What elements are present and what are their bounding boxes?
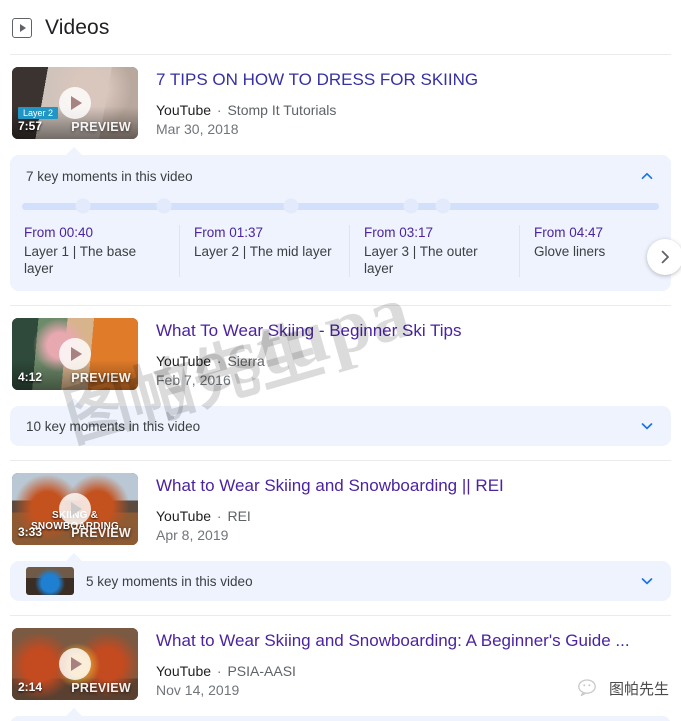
video-source: YouTube · REI [156, 508, 251, 524]
video-duration: 3:33 [18, 525, 43, 539]
video-date: Feb 7, 2016 [156, 372, 231, 388]
preview-badge[interactable]: PREVIEW [71, 681, 131, 695]
key-moments-label: 7 key moments in this video [26, 168, 193, 184]
key-moments-header[interactable]: 7 key moments in this video [10, 155, 671, 184]
video-thumbnail[interactable]: Layer 2 7:57 PREVIEW [12, 67, 138, 139]
play-icon[interactable] [59, 648, 91, 680]
video-title-link[interactable]: What to Wear Skiing and Snowboarding: A … [156, 630, 630, 651]
key-moment-item[interactable]: From 01:37 Layer 2 | The mid layer [179, 225, 349, 277]
video-title-link[interactable]: 7 TIPS ON HOW TO DRESS FOR SKIING [156, 69, 478, 90]
video-date: Apr 8, 2019 [156, 527, 229, 543]
key-moments-panel: 7 key moments in this video From 00:40 L… [10, 155, 681, 291]
video-meta: What To Wear Skiing - Beginner Ski Tips … [156, 318, 462, 390]
source-name: YouTube [156, 102, 212, 118]
video-thumbnail[interactable]: SKIING & SNOWBOARDING 3:33 PREVIEW [12, 473, 138, 545]
key-moments-header[interactable]: 4 key moments in this video [10, 716, 671, 721]
chevron-down-icon[interactable] [639, 573, 655, 589]
key-moments-panel-wrap: 4 key moments in this video [10, 708, 671, 721]
video-date: Mar 30, 2018 [156, 121, 239, 137]
key-moments-panel[interactable]: 5 key moments in this video [10, 561, 671, 601]
play-icon[interactable] [59, 493, 91, 525]
video-thumbnail[interactable]: 2:14 PREVIEW [12, 628, 138, 700]
channel-name: Sierra [227, 353, 265, 369]
video-source: YouTube · Sierra [156, 353, 265, 369]
video-source: YouTube · Stomp It Tutorials [156, 102, 337, 118]
preview-badge[interactable]: PREVIEW [71, 526, 131, 540]
video-title-link[interactable]: What To Wear Skiing - Beginner Ski Tips [156, 320, 462, 341]
chevron-up-icon[interactable] [639, 168, 655, 184]
key-moment-time[interactable]: From 01:37 [194, 225, 335, 240]
key-moments-panel-wrap: 10 key moments in this video [10, 398, 671, 446]
video-meta: 7 TIPS ON HOW TO DRESS FOR SKIING YouTub… [156, 67, 478, 139]
video-play-icon [12, 18, 32, 38]
key-moment-desc: Layer 3 | The outer layer [364, 244, 478, 276]
channel-name: REI [227, 508, 251, 524]
channel-name: Stomp It Tutorials [227, 102, 337, 118]
key-moment-time[interactable]: From 03:17 [364, 225, 505, 240]
key-moment-desc: Layer 1 | The base layer [24, 244, 137, 276]
source-name: YouTube [156, 353, 212, 369]
key-moments-panel[interactable]: 10 key moments in this video [10, 406, 671, 446]
video-thumbnail[interactable]: 4:12 PREVIEW [12, 318, 138, 390]
key-moment-item[interactable]: From 03:17 Layer 3 | The outer layer [349, 225, 519, 277]
video-result-row[interactable]: SKIING & SNOWBOARDING 3:33 PREVIEW What … [0, 461, 681, 551]
key-moment-time[interactable]: From 00:40 [24, 225, 165, 240]
video-meta: What to Wear Skiing and Snowboarding: A … [156, 628, 630, 700]
key-moments-label: 5 key moments in this video [86, 573, 253, 589]
source-name: YouTube [156, 663, 212, 679]
wechat-badge: 图帕先生 [578, 678, 669, 699]
key-moment-desc: Layer 2 | The mid layer [194, 244, 332, 259]
video-duration: 7:57 [18, 119, 43, 133]
play-icon[interactable] [59, 87, 91, 119]
key-moments-panel-wrap: 5 key moments in this video [10, 553, 671, 601]
video-duration: 2:14 [18, 680, 43, 694]
key-moments-panel[interactable]: 4 key moments in this video [10, 716, 671, 721]
key-moments-timeline[interactable] [22, 198, 659, 214]
preview-badge[interactable]: PREVIEW [71, 371, 131, 385]
channel-name: PSIA-AASI [227, 663, 296, 679]
key-moments-panel-wrap: 7 key moments in this video From 00:40 L… [10, 147, 681, 291]
wechat-badge-text: 图帕先生 [608, 680, 669, 698]
videos-results-page: Videos Layer 2 7:57 PREVIEW 7 TIPS ON HO… [0, 0, 681, 721]
chevron-right-icon [661, 250, 669, 264]
key-moments-header[interactable]: 5 key moments in this video [10, 561, 671, 601]
thumbnail-chapter-label: Layer 2 [18, 107, 59, 119]
wechat-icon [578, 679, 602, 698]
video-date: Nov 14, 2019 [156, 682, 240, 698]
source-name: YouTube [156, 508, 212, 524]
preview-badge[interactable]: PREVIEW [71, 120, 131, 134]
key-moments-label: 10 key moments in this video [26, 418, 201, 434]
play-icon[interactable] [59, 338, 91, 370]
video-meta: What to Wear Skiing and Snowboarding || … [156, 473, 504, 545]
key-moment-item[interactable]: From 00:40 Layer 1 | The base layer [10, 225, 179, 277]
key-moments-header[interactable]: 10 key moments in this video [10, 406, 671, 446]
video-duration: 4:12 [18, 370, 43, 384]
video-source: YouTube · PSIA-AASI [156, 663, 296, 679]
timeline-track [22, 203, 659, 210]
video-result-row[interactable]: 4:12 PREVIEW What To Wear Skiing - Begin… [0, 306, 681, 396]
video-result-row[interactable]: Layer 2 7:57 PREVIEW 7 TIPS ON HOW TO DR… [0, 55, 681, 145]
video-title-link[interactable]: What to Wear Skiing and Snowboarding || … [156, 475, 504, 496]
key-moment-time[interactable]: From 04:47 [534, 225, 671, 240]
page-title: Videos [45, 16, 110, 39]
key-moments-list: From 00:40 Layer 1 | The base layer From… [10, 213, 671, 291]
key-moment-thumbnail[interactable] [26, 567, 74, 595]
chevron-down-icon[interactable] [639, 418, 655, 434]
videos-section-header: Videos [0, 0, 681, 54]
next-moments-button[interactable] [647, 239, 681, 275]
